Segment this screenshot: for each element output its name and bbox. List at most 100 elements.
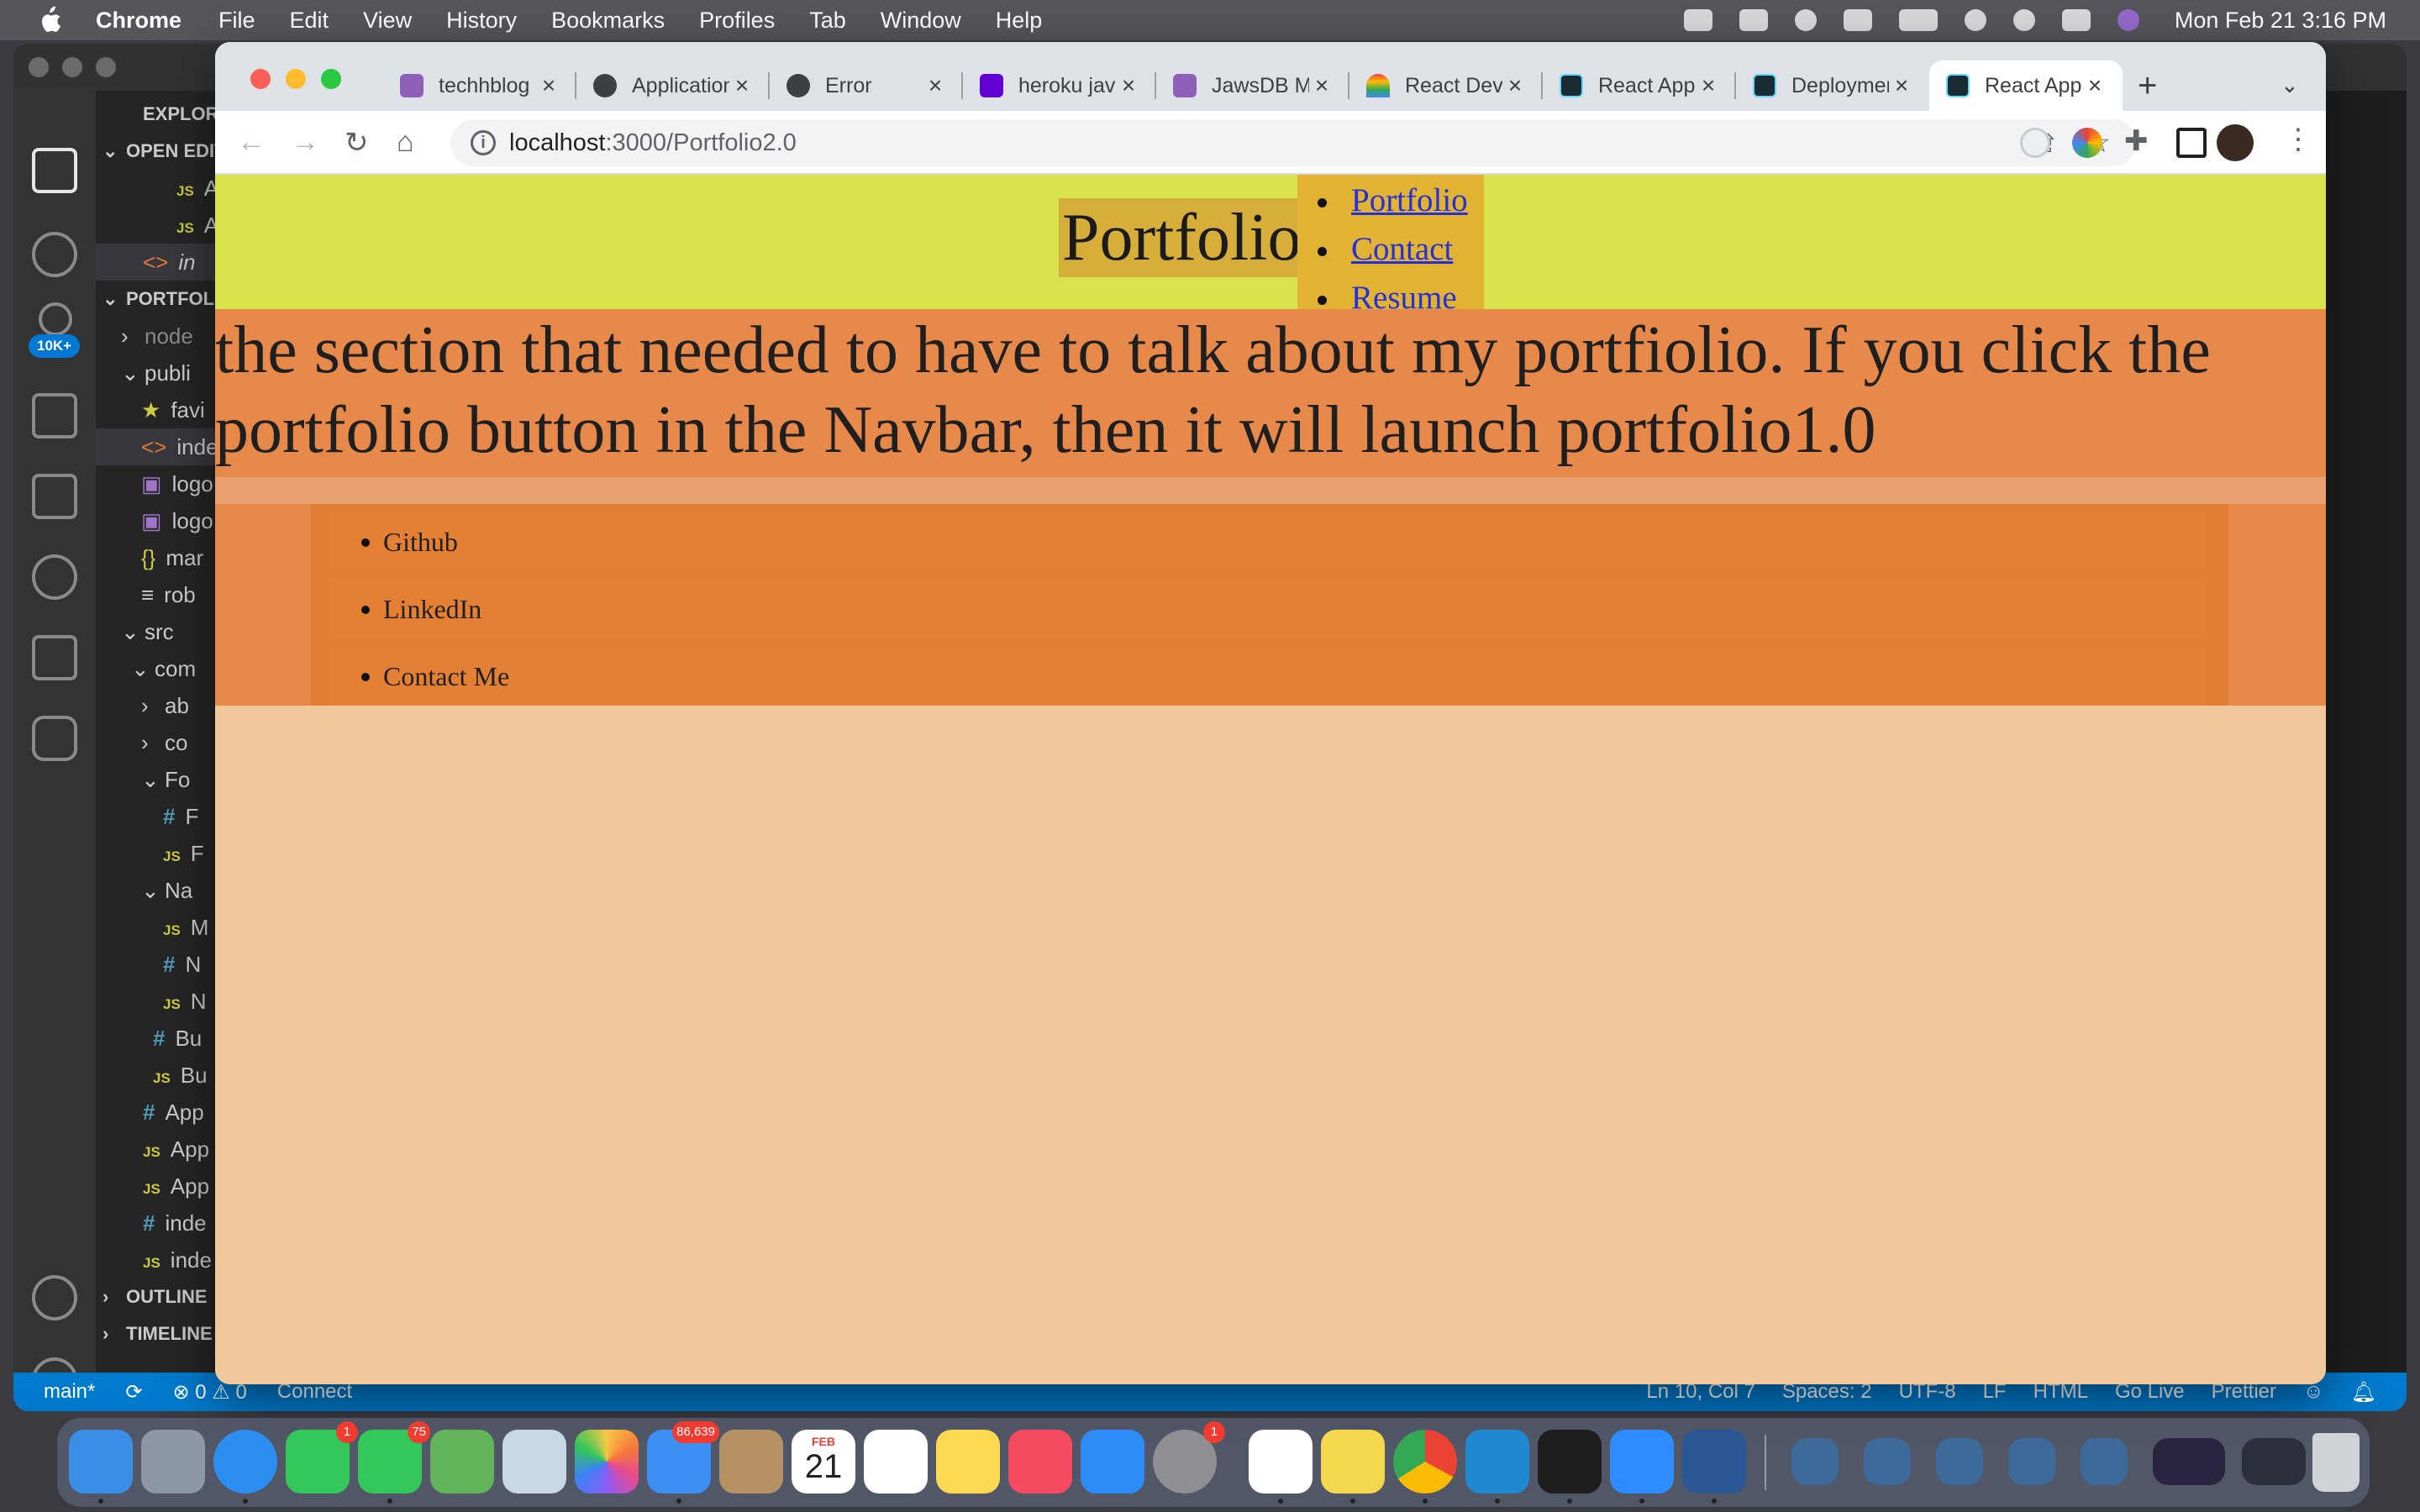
tree-item[interactable]: # inde <box>143 1205 207 1242</box>
tree-item[interactable]: JS App <box>143 1168 209 1205</box>
tree-folder[interactable]: ⌄ src <box>121 613 174 650</box>
dock-minimized-window[interactable] <box>1864 1438 1911 1485</box>
tree-folder[interactable]: ⌄ publi <box>121 354 191 391</box>
close-window-button[interactable] <box>250 69 271 89</box>
dock-word-icon[interactable] <box>1682 1430 1746 1504</box>
tree-folder[interactable]: ⌄ com <box>131 650 196 687</box>
tab-close-icon[interactable]: × <box>1116 72 1141 99</box>
browser-tab[interactable]: JawsDB MySQL × <box>1156 60 1349 111</box>
dock-music-icon[interactable] <box>1008 1430 1072 1494</box>
menu-profiles[interactable]: Profiles <box>699 8 775 34</box>
bolt-status-icon[interactable] <box>1794 9 1817 31</box>
zoom-status-icon[interactable] <box>1683 9 1712 31</box>
tree-item[interactable]: JS A <box>176 207 218 244</box>
tree-item[interactable]: JS inde <box>143 1242 212 1278</box>
browser-tab[interactable]: Application × <box>576 60 770 111</box>
dock-maps-icon[interactable] <box>430 1430 494 1494</box>
screen-capture-icon[interactable] <box>1739 9 1768 31</box>
project-header[interactable]: ⌄ PORTFOLIO <box>103 281 230 318</box>
tree-item[interactable]: <> inde <box>96 428 230 465</box>
dock-contacts-icon[interactable] <box>719 1430 783 1494</box>
tree-folder[interactable]: › node <box>121 318 193 354</box>
menu-history[interactable]: History <box>446 8 517 34</box>
menu-tab[interactable]: Tab <box>809 8 846 34</box>
tree-item[interactable]: ≡ rob <box>141 576 196 613</box>
dock-zoom-icon[interactable] <box>1610 1430 1674 1504</box>
browser-tab[interactable]: heroku java × <box>963 60 1156 111</box>
browser-tab-active[interactable]: React App × <box>1929 60 2123 111</box>
menu-file[interactable]: File <box>218 8 255 34</box>
database-icon[interactable] <box>32 554 77 600</box>
tree-item[interactable]: JS App <box>143 1131 209 1168</box>
tree-item[interactable]: ▣ logo <box>141 465 213 502</box>
vscode-window-controls[interactable] <box>29 57 116 77</box>
spotlight-search-icon[interactable] <box>2012 9 2035 31</box>
dock-facetime-icon[interactable]: 1 <box>286 1421 358 1494</box>
dock-vscode-icon[interactable] <box>1465 1430 1529 1504</box>
tree-folder[interactable]: › co <box>141 724 187 761</box>
open-editors-header[interactable]: ⌄OPEN EDITORS <box>103 133 230 170</box>
menu-window[interactable]: Window <box>881 8 961 34</box>
url-text[interactable]: localhost:3000/Portfolio2.0 <box>509 129 797 157</box>
source-control-icon[interactable] <box>39 302 72 336</box>
dock-photos-icon[interactable] <box>575 1430 639 1494</box>
search-icon[interactable] <box>32 232 77 277</box>
tree-item-selected[interactable]: <> in <box>96 244 230 281</box>
siri-icon[interactable] <box>2117 9 2139 31</box>
tab-close-icon[interactable]: × <box>2082 72 2107 99</box>
dock-minimized-window[interactable] <box>1791 1438 1839 1485</box>
dock-slack-icon[interactable] <box>1249 1430 1313 1504</box>
minimize-window-button[interactable] <box>286 69 306 89</box>
menu-edit[interactable]: Edit <box>290 8 329 34</box>
notifications-icon[interactable]: 🔔︎ <box>2351 1380 2376 1404</box>
browser-tab[interactable]: techhblog × <box>383 60 576 111</box>
menu-clock[interactable]: Mon Feb 21 3:16 PM <box>2175 8 2386 34</box>
tree-item[interactable]: JS A <box>176 170 218 207</box>
git-branch[interactable]: main* <box>44 1380 95 1404</box>
zoom-window-button[interactable] <box>321 69 341 89</box>
site-info-icon[interactable]: i <box>471 130 496 155</box>
menu-bookmarks[interactable]: Bookmarks <box>551 8 665 34</box>
control-center-icon[interactable] <box>2061 9 2091 31</box>
home-icon[interactable]: ⌂ <box>397 126 414 159</box>
menu-app-name[interactable]: Chrome <box>96 8 182 34</box>
dock-stickies-icon[interactable] <box>1321 1430 1385 1504</box>
dock-minimized-window[interactable] <box>1936 1438 1983 1485</box>
reload-icon[interactable]: ↻ <box>345 126 369 160</box>
timeline-header[interactable]: › TIMELINE <box>103 1315 213 1352</box>
dock-minimized-window[interactable] <box>2153 1438 2225 1485</box>
tree-folder[interactable]: ⌄ Fo <box>141 761 190 798</box>
profile-avatar[interactable] <box>2217 124 2254 161</box>
browser-tab[interactable]: Deployment × <box>1736 60 1929 111</box>
tree-folder[interactable]: › ab <box>141 687 189 724</box>
color-picker-extension-icon[interactable] <box>2072 128 2102 158</box>
sync-icon[interactable]: ⟳ <box>125 1380 142 1404</box>
docker-icon[interactable] <box>32 635 77 680</box>
dock-calendar-icon[interactable]: FEB 21 <box>792 1430 855 1494</box>
tab-close-icon[interactable]: × <box>1696 72 1721 99</box>
nav-link-portfolio[interactable]: Portfolio <box>1351 182 1468 218</box>
tree-item[interactable]: ★ favi <box>141 391 205 428</box>
dock-finder-icon[interactable] <box>69 1430 133 1504</box>
dock-reminders-icon[interactable] <box>864 1430 928 1494</box>
extensions-puzzle-icon[interactable]: ✚ <box>2124 124 2149 158</box>
dock-messages-icon[interactable]: 75 <box>358 1421 430 1504</box>
tab-close-icon[interactable]: × <box>1889 72 1914 99</box>
tab-close-icon[interactable]: × <box>536 72 561 99</box>
footer-link-linkedin[interactable]: LinkedIn <box>329 580 2207 638</box>
battery-icon[interactable] <box>1898 9 1938 31</box>
accounts-icon[interactable] <box>32 1275 77 1320</box>
menu-view[interactable]: View <box>363 8 412 34</box>
dock-trash-icon[interactable] <box>2312 1433 2360 1492</box>
browser-tab[interactable]: Error × <box>770 60 963 111</box>
new-tab-button[interactable]: + <box>2138 67 2157 105</box>
dock-app-store-icon[interactable] <box>1081 1430 1144 1494</box>
tree-item[interactable]: # N <box>163 946 201 983</box>
dock-mail-icon[interactable]: 86,639 <box>647 1421 719 1504</box>
outline-header[interactable]: › OUTLINE <box>103 1278 208 1315</box>
browser-tab[interactable]: React App × <box>1543 60 1736 111</box>
extensions-icon[interactable] <box>32 474 77 519</box>
tree-folder[interactable]: ⌄ Na <box>141 872 192 909</box>
explorer-icon[interactable] <box>32 148 77 193</box>
nav-link-contact[interactable]: Contact <box>1351 231 1453 267</box>
